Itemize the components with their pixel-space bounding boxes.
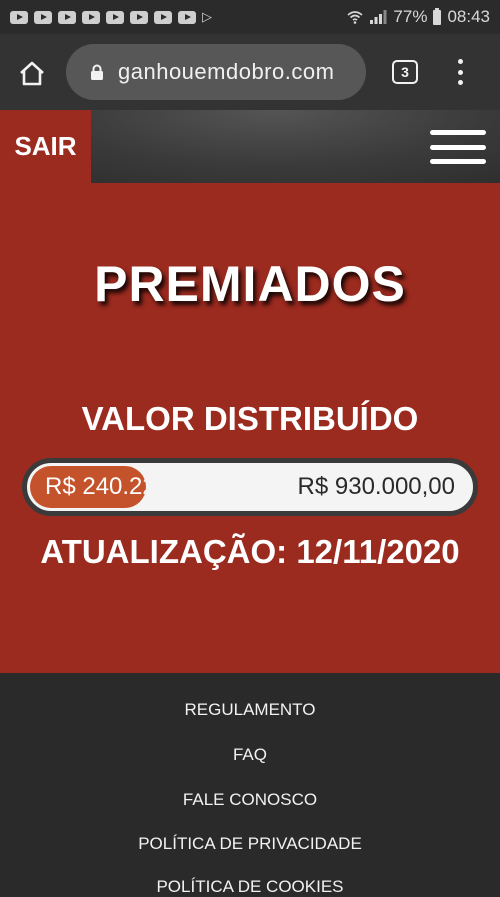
- youtube-icon: [178, 10, 196, 24]
- browser-toolbar: ganhouemdobro.com 3: [0, 34, 500, 110]
- youtube-icon: [106, 10, 124, 24]
- hamburger-bar: [430, 130, 486, 135]
- hamburger-menu-button[interactable]: [430, 130, 486, 164]
- tab-switcher-button[interactable]: 3: [392, 60, 418, 84]
- footer: REGULAMENTO FAQ FALE CONOSCO POLÍTICA DE…: [0, 673, 500, 896]
- prize-progress-bar: R$ 240.227,00 R$ 930.000,00: [22, 458, 478, 516]
- youtube-icon: [10, 10, 28, 24]
- progress-fill: R$ 240.227,00: [30, 466, 146, 508]
- system-icons: 77% 08:43: [347, 7, 490, 27]
- page-title: PREMIADOS: [94, 256, 406, 312]
- home-icon: [20, 61, 44, 86]
- wifi-icon: [347, 11, 363, 24]
- hero-section: PREMIADOS VALOR DISTRIBUÍDO R$ 240.227,0…: [0, 183, 500, 673]
- address-bar[interactable]: ganhouemdobro.com: [66, 44, 366, 100]
- battery-icon: [433, 7, 442, 25]
- youtube-icon: [58, 10, 76, 24]
- url-text: ganhouemdobro.com: [118, 59, 335, 84]
- youtube-icon: [34, 10, 52, 24]
- hamburger-bar: [430, 159, 486, 164]
- signal-icon: [370, 10, 387, 24]
- play-store-icon: ▷: [202, 9, 212, 24]
- footer-link-regulamento[interactable]: REGULAMENTO: [0, 700, 500, 720]
- progress-target: R$ 930.000,00: [297, 473, 455, 500]
- lock-icon: [91, 64, 103, 80]
- footer-link-faq[interactable]: FAQ: [0, 745, 500, 765]
- valor-distribuido-label: VALOR DISTRIBUÍDO: [81, 400, 419, 437]
- menu-dot: [457, 59, 463, 64]
- menu-dot: [457, 80, 463, 85]
- browser-menu-button[interactable]: [450, 56, 470, 88]
- home-button[interactable]: [16, 58, 48, 88]
- youtube-icon: [130, 10, 148, 24]
- footer-link-contato[interactable]: FALE CONOSCO: [0, 790, 500, 810]
- battery-percent: 77%: [393, 7, 428, 26]
- tab-count: 3: [401, 64, 409, 80]
- menu-dot: [457, 69, 463, 75]
- status-bar: ▷ 77% 08:43: [0, 0, 500, 34]
- youtube-icon: [154, 10, 172, 24]
- footer-link-privacidade[interactable]: POLÍTICA DE PRIVACIDADE: [0, 834, 500, 854]
- clock: 08:43: [447, 7, 490, 26]
- hamburger-bar: [430, 144, 486, 150]
- footer-link-cookies[interactable]: POLÍTICA DE COOKIES: [0, 877, 500, 897]
- update-date: ATUALIZAÇÃO: 12/11/2020: [40, 533, 460, 570]
- site-header: SAIR: [0, 110, 500, 183]
- logout-button[interactable]: SAIR: [0, 110, 91, 183]
- youtube-icon: [82, 10, 100, 24]
- notification-icons: ▷: [10, 10, 216, 24]
